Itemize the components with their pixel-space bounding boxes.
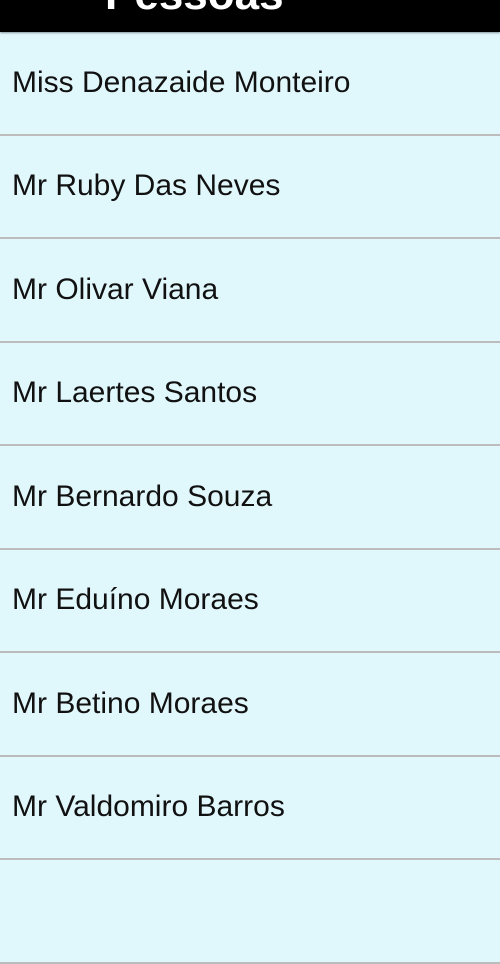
person-name: Mr Ruby Das Neves — [12, 169, 281, 203]
list-item[interactable] — [0, 860, 500, 964]
person-name: Mr Laertes Santos — [12, 376, 258, 410]
list-item[interactable]: Mr Betino Moraes — [0, 653, 500, 757]
person-name: Mr Betino Moraes — [12, 686, 249, 720]
person-name: Mr Bernardo Souza — [12, 479, 273, 513]
list-item[interactable]: Mr Laertes Santos — [0, 343, 500, 446]
list-item[interactable]: Mr Olivar Viana — [0, 239, 500, 343]
people-list: Miss Denazaide Monteiro Mr Ruby Das Neve… — [0, 32, 500, 964]
person-name: Mr Valdomiro Barros — [12, 790, 285, 824]
list-item[interactable]: Mr Valdomiro Barros — [0, 757, 500, 860]
list-item[interactable]: Mr Eduíno Moraes — [0, 550, 500, 653]
person-name: Mr Olivar Viana — [12, 272, 219, 306]
person-name: Miss Denazaide Monteiro — [12, 65, 351, 99]
list-item[interactable]: Mr Ruby Das Neves — [0, 136, 500, 239]
page-title: Pessoas — [105, 0, 284, 17]
list-item[interactable]: Miss Denazaide Monteiro — [0, 32, 500, 136]
app-header: Pessoas — [0, 0, 500, 32]
list-item[interactable]: Mr Bernardo Souza — [0, 446, 500, 550]
person-name: Mr Eduíno Moraes — [12, 583, 259, 617]
